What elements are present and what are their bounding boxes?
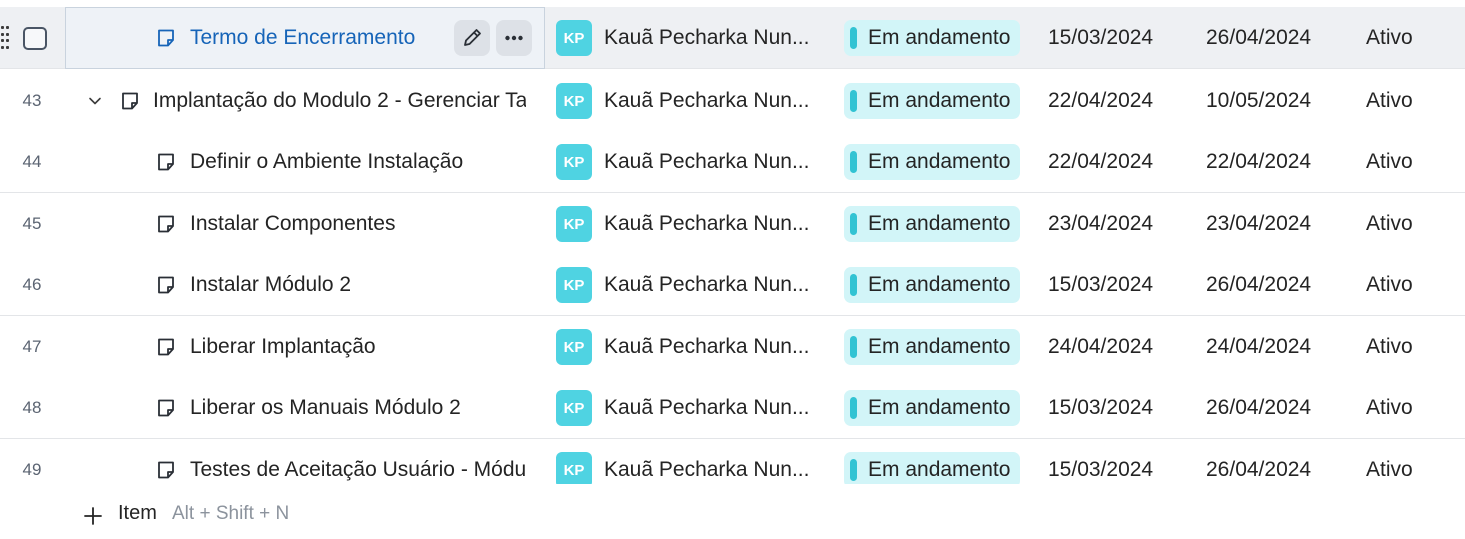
start-date[interactable]: 15/03/2024 (1048, 254, 1153, 316)
task-note-icon (156, 7, 178, 69)
status-label: Em andamento (868, 458, 1011, 481)
state-text[interactable]: Ativo (1366, 131, 1413, 193)
avatar: KP (556, 329, 592, 365)
state-text[interactable]: Ativo (1366, 316, 1413, 378)
status-badge[interactable]: Em andamento (844, 20, 1020, 56)
status-label: Em andamento (868, 150, 1011, 173)
end-date[interactable]: 24/04/2024 (1206, 316, 1311, 378)
task-title[interactable]: Instalar Componentes (190, 193, 526, 255)
task-note-icon (156, 377, 178, 439)
state-text[interactable]: Ativo (1366, 254, 1413, 316)
row-checkbox[interactable] (23, 27, 47, 50)
end-date[interactable]: 26/04/2024 (1206, 7, 1311, 69)
status-badge[interactable]: Em andamento (844, 144, 1020, 180)
row-number: 43 (22, 91, 42, 110)
more-horizontal-icon (505, 35, 523, 41)
assignee-name[interactable]: Kauã Pecharka Nun... (604, 70, 809, 132)
status-badge[interactable]: Em andamento (844, 452, 1020, 484)
state-text[interactable]: Ativo (1366, 377, 1413, 439)
task-title[interactable]: Implantação do Modulo 2 - Gerenciar Ta (153, 70, 526, 132)
more-options-button[interactable] (496, 20, 532, 56)
end-date[interactable]: 23/04/2024 (1206, 193, 1311, 255)
plus-icon[interactable] (83, 506, 103, 526)
status-badge[interactable]: Em andamento (844, 329, 1020, 365)
start-date[interactable]: 15/03/2024 (1048, 439, 1153, 484)
edit-button[interactable] (454, 20, 490, 56)
task-title[interactable]: Liberar Implantação (190, 316, 526, 378)
pencil-icon (464, 29, 481, 46)
end-date[interactable]: 26/04/2024 (1206, 254, 1311, 316)
chevron-down-icon[interactable] (86, 70, 104, 132)
state-text[interactable]: Ativo (1366, 439, 1413, 484)
add-item-shortcut: Alt + Shift + N (172, 503, 290, 524)
end-date[interactable]: 26/04/2024 (1206, 439, 1311, 484)
row-number: 46 (22, 275, 42, 294)
assignee-name[interactable]: Kauã Pecharka Nun... (604, 7, 809, 69)
start-date[interactable]: 22/04/2024 (1048, 131, 1153, 193)
avatar: KP (556, 452, 592, 484)
table-row[interactable]: 47 Liberar Implantação KP Kauã Pecharka … (0, 316, 1465, 378)
table-row[interactable]: 45 Instalar Componentes KP Kauã Pecharka… (0, 193, 1465, 255)
status-label: Em andamento (868, 26, 1011, 49)
task-note-icon (156, 193, 178, 255)
status-label: Em andamento (868, 273, 1011, 296)
end-date[interactable]: 22/04/2024 (1206, 131, 1311, 193)
avatar: KP (556, 83, 592, 119)
avatar: KP (556, 206, 592, 242)
assignee-name[interactable]: Kauã Pecharka Nun... (604, 193, 809, 255)
task-note-icon (156, 439, 178, 484)
start-date[interactable]: 15/03/2024 (1048, 377, 1153, 439)
status-label: Em andamento (868, 396, 1011, 419)
table-row[interactable]: 49 Testes de Aceitação Usuário - Módul K… (0, 439, 1465, 484)
assignee-name[interactable]: Kauã Pecharka Nun... (604, 377, 809, 439)
drag-handle-icon[interactable] (1, 26, 11, 50)
task-title[interactable]: Testes de Aceitação Usuário - Módul (190, 439, 526, 484)
task-title[interactable]: Definir o Ambiente Instalação (190, 131, 526, 193)
status-badge[interactable]: Em andamento (844, 390, 1020, 426)
end-date[interactable]: 26/04/2024 (1206, 377, 1311, 439)
status-badge[interactable]: Em andamento (844, 206, 1020, 242)
start-date[interactable]: 24/04/2024 (1048, 316, 1153, 378)
table-row[interactable]: 43 Implantação do Modulo 2 - Gerenciar T… (0, 70, 1465, 132)
status-label: Em andamento (868, 89, 1011, 112)
start-date[interactable]: 15/03/2024 (1048, 7, 1153, 69)
add-item-bar: Item Alt + Shift + N (0, 484, 1465, 539)
row-number: 48 (22, 398, 42, 417)
task-title-link[interactable]: Termo de Encerramento (190, 7, 450, 69)
avatar: KP (556, 144, 592, 180)
status-label: Em andamento (868, 212, 1011, 235)
start-date[interactable]: 23/04/2024 (1048, 193, 1153, 255)
task-note-icon (156, 316, 178, 378)
assignee-name[interactable]: Kauã Pecharka Nun... (604, 316, 809, 378)
avatar: KP (556, 267, 592, 303)
task-note-icon (156, 131, 178, 193)
assignee-name[interactable]: Kauã Pecharka Nun... (604, 254, 809, 316)
end-date[interactable]: 10/05/2024 (1206, 70, 1311, 132)
table-row[interactable]: 44 Definir o Ambiente Instalação KP Kauã… (0, 131, 1465, 193)
avatar: KP (556, 20, 592, 56)
avatar: KP (556, 390, 592, 426)
status-label: Em andamento (868, 335, 1011, 358)
table-row[interactable]: Termo de Encerramento KP Kauã Pecharka N… (0, 7, 1465, 69)
status-badge[interactable]: Em andamento (844, 83, 1020, 119)
task-note-icon (120, 70, 142, 132)
status-badge[interactable]: Em andamento (844, 267, 1020, 303)
row-number: 49 (22, 460, 42, 479)
task-note-icon (156, 254, 178, 316)
state-text[interactable]: Ativo (1366, 70, 1413, 132)
assignee-name[interactable]: Kauã Pecharka Nun... (604, 439, 809, 484)
task-grid: Termo de Encerramento KP Kauã Pecharka N… (0, 0, 1465, 484)
state-text[interactable]: Ativo (1366, 7, 1413, 69)
state-text[interactable]: Ativo (1366, 193, 1413, 255)
add-item-button[interactable]: Item (118, 502, 157, 525)
row-number: 45 (22, 214, 42, 233)
start-date[interactable]: 22/04/2024 (1048, 70, 1153, 132)
row-number: 47 (22, 337, 42, 356)
task-title[interactable]: Instalar Módulo 2 (190, 254, 526, 316)
table-row[interactable]: 48 Liberar os Manuais Módulo 2 KP Kauã P… (0, 377, 1465, 439)
task-title[interactable]: Liberar os Manuais Módulo 2 (190, 377, 526, 439)
row-number: 44 (22, 152, 42, 171)
table-row[interactable]: 46 Instalar Módulo 2 KP Kauã Pecharka Nu… (0, 254, 1465, 316)
assignee-name[interactable]: Kauã Pecharka Nun... (604, 131, 809, 193)
